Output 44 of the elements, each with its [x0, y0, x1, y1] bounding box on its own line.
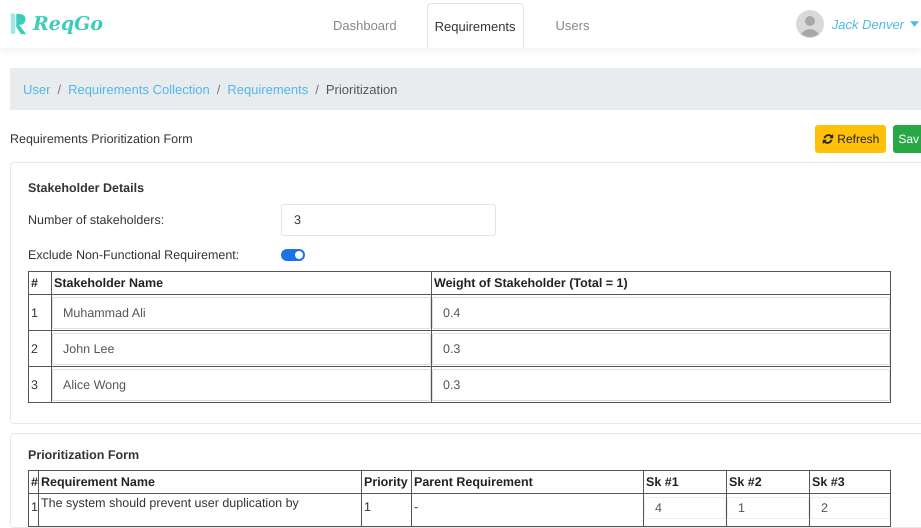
avatar-icon[interactable]: [796, 10, 824, 38]
nav-tab[interactable]: Dashboard: [313, 3, 417, 48]
score-input[interactable]: 2: [810, 497, 890, 519]
column-header: Sk #3: [810, 470, 890, 494]
table-cell: The system should prevent user duplication by: [38, 494, 362, 526]
table-cell: 2: [28, 330, 52, 366]
page-title: Requirements Prioritization Form: [10, 132, 193, 146]
section-heading: Stakeholder Details: [28, 181, 146, 195]
score-input[interactable]: 4: [644, 497, 726, 519]
name-input[interactable]: John Lee: [52, 332, 431, 364]
breadcrumb-current: Prioritization: [326, 82, 398, 96]
field-label: Number of stakeholders:: [28, 213, 166, 227]
column-header: Parent Requirement: [412, 470, 644, 494]
column-header: #: [28, 470, 38, 494]
breadcrumb-separator: /: [315, 82, 319, 96]
column-header: Weight of Stakeholder (Total = 1): [432, 272, 890, 294]
score-input[interactable]: 1: [727, 497, 809, 519]
name-input[interactable]: Muhammad Ali: [52, 296, 431, 328]
column-header: Priority: [362, 470, 412, 494]
table-cell: 1: [28, 494, 38, 526]
column-header: Requirement Name: [38, 470, 362, 494]
column-header: Sk #2: [726, 470, 810, 494]
table-cell: -: [412, 494, 644, 526]
caret-icon[interactable]: [910, 21, 919, 27]
table-cell: 1: [28, 294, 52, 330]
nav-tab[interactable]: Users: [536, 3, 610, 48]
weight-input[interactable]: 0.3: [432, 332, 890, 364]
column-header: Stakeholder Name: [52, 272, 432, 294]
breadcrumb-separator: /: [216, 82, 220, 96]
toggle-switch[interactable]: [281, 249, 305, 261]
table-cell: 3: [28, 366, 52, 402]
refresh-icon: [822, 133, 834, 145]
name-input[interactable]: Alice Wong: [52, 368, 431, 400]
refresh-button[interactable]: Refresh: [815, 125, 886, 153]
nav-tab[interactable]: Requirements: [426, 3, 524, 48]
breadcrumb-separator: /: [57, 82, 62, 96]
weight-input[interactable]: 0.3: [432, 368, 890, 400]
input-field[interactable]: 3: [281, 204, 496, 236]
weight-input[interactable]: 0.4: [432, 296, 890, 328]
column-header: Sk #1: [644, 470, 726, 494]
table-cell: 1: [362, 494, 412, 526]
section-heading: Prioritization Form: [28, 448, 140, 462]
column-header: #: [28, 272, 52, 294]
field-label: Exclude Non-Functional Requirement:: [28, 248, 240, 262]
